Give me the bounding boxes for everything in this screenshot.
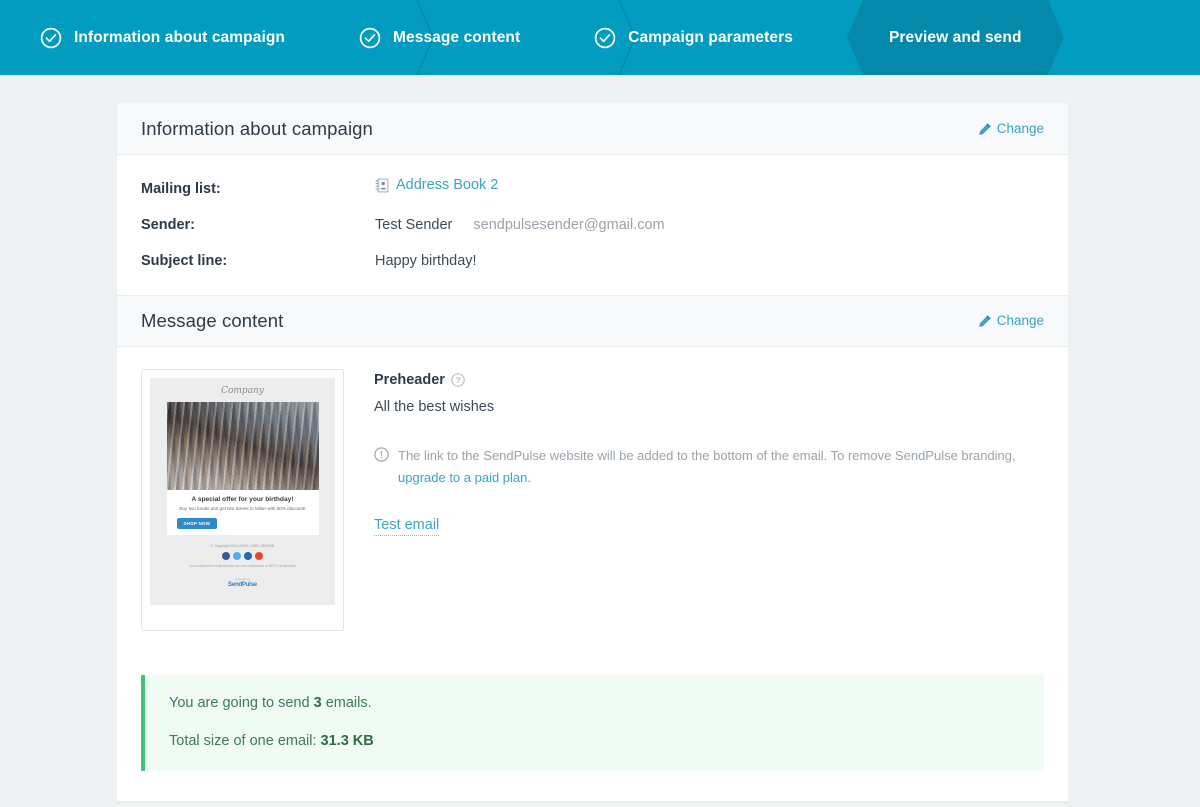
info-label: Sender: [141,216,195,233]
info-value: Test Sender sendpulsesender@gmail.com [375,217,665,233]
preheader-title: Preheader ? [374,372,1044,388]
summary-email-count: You are going to send 3 emails. [169,695,1020,711]
summary-wrapper: You are going to send 3 emails. Total si… [117,631,1068,801]
page-content: Information about campaign Change Mailin… [0,75,1200,807]
exclamation-circle-icon [374,446,389,462]
message-section-title: Message content [141,309,284,331]
email-copyright: © Copyright 2014-2019 | CMS | BRAND [210,543,275,548]
preheader-text: All the best wishes [374,398,495,415]
branding-notice: The link to the SendPulse website will b… [374,445,1024,491]
email-cta-button: SHOP NOW [176,517,218,529]
info-row-sender: Sender: Test Sender sendpulsesender@gmai… [141,217,1044,233]
campaign-section-title: Information about campaign [141,117,373,139]
step-shape-left [839,0,863,75]
campaign-change-button[interactable]: Change [978,121,1044,136]
step-label: Preview and send [888,28,1022,46]
summary-count-prefix: You are going to send [169,694,314,711]
campaign-steps-nav: Information about campaign Message conte… [0,0,1200,75]
summary-size-value: 31.3 KB [320,732,374,749]
message-details: Preheader ? All the best wishes The link… [374,369,1044,631]
email-headline: A special offer for your birthday! [191,495,294,503]
info-value: Address Book 2 [375,177,498,193]
message-content-body: Company A special offer for your birthda… [117,347,1068,631]
change-label: Change [996,313,1044,328]
check-circle-icon [359,27,381,49]
step-label: Campaign parameters [628,28,793,46]
message-change-button[interactable]: Change [978,313,1044,328]
linkedin-icon [244,551,252,560]
branding-notice-text: The link to the SendPulse website will b… [398,445,1024,491]
mailing-list-link[interactable]: Address Book 2 [396,177,498,193]
preview-card: Information about campaign Change Mailin… [117,103,1068,801]
pencil-icon [978,314,992,328]
sender-name: Test Sender [375,216,453,233]
check-circle-icon [594,27,616,49]
email-company-logo: Company [221,385,264,396]
step-shape-right [1047,0,1072,75]
summary-email-size: Total size of one email: 31.3 KB [169,733,1020,749]
info-label: Mailing list: [141,180,221,197]
test-email-link[interactable]: Test email [374,517,440,536]
email-body: A special offer for your birthday! Buy t… [166,401,319,535]
sendpulse-logo: SendPulse [228,581,257,588]
step-message-content[interactable]: Message content [331,0,548,75]
send-summary-box: You are going to send 3 emails. Total si… [141,674,1044,771]
email-hero-image [166,401,319,490]
check-circle-icon [40,27,62,49]
twitter-icon [233,551,241,560]
message-section-header: Message content Change [117,294,1068,347]
pencil-icon [978,122,992,136]
step-label: Information about campaign [74,28,285,46]
campaign-section-header: Information about campaign Change [117,103,1068,155]
notice-body: The link to the SendPulse website will b… [398,447,1016,463]
sender-email: sendpulsesender@gmail.com [473,216,665,233]
step-campaign-parameters[interactable]: Campaign parameters [566,0,821,75]
svg-text:?: ? [455,375,460,385]
step-label: Message content [393,28,521,46]
email-subtext: Buy two books and get two tickets to Mil… [179,506,306,512]
email-legal-text: You received this email because you are … [189,563,296,568]
email-preview-thumbnail[interactable]: Company A special offer for your birthda… [141,368,344,631]
google-plus-icon [255,551,263,560]
change-label: Change [996,121,1044,136]
help-circle-icon[interactable]: ? [451,372,465,387]
facebook-icon [222,551,230,560]
info-row-subject-line: Subject line: Happy birthday! [141,253,1044,269]
email-powered-by: Powered by [235,576,250,581]
email-preview-inner: Company A special offer for your birthda… [150,377,335,605]
address-book-icon [375,178,389,193]
summary-count-value: 3 [313,694,322,711]
upgrade-plan-link[interactable]: upgrade to a paid plan. [398,470,531,485]
campaign-info-body: Mailing list: Address Book 2 Sender: Tes… [117,155,1068,295]
info-label: Subject line: [141,252,228,269]
info-row-mailing-list: Mailing list: Address Book 2 [141,177,1044,197]
preheader-label: Preheader [374,371,445,388]
step-preview-and-send[interactable]: Preview and send [846,0,1064,75]
step-information-about-campaign[interactable]: Information about campaign [0,0,313,75]
summary-size-prefix: Total size of one email: [169,732,321,749]
info-value: Happy birthday! [375,252,477,269]
summary-count-suffix: emails. [321,694,372,711]
email-social-icons [222,551,263,560]
